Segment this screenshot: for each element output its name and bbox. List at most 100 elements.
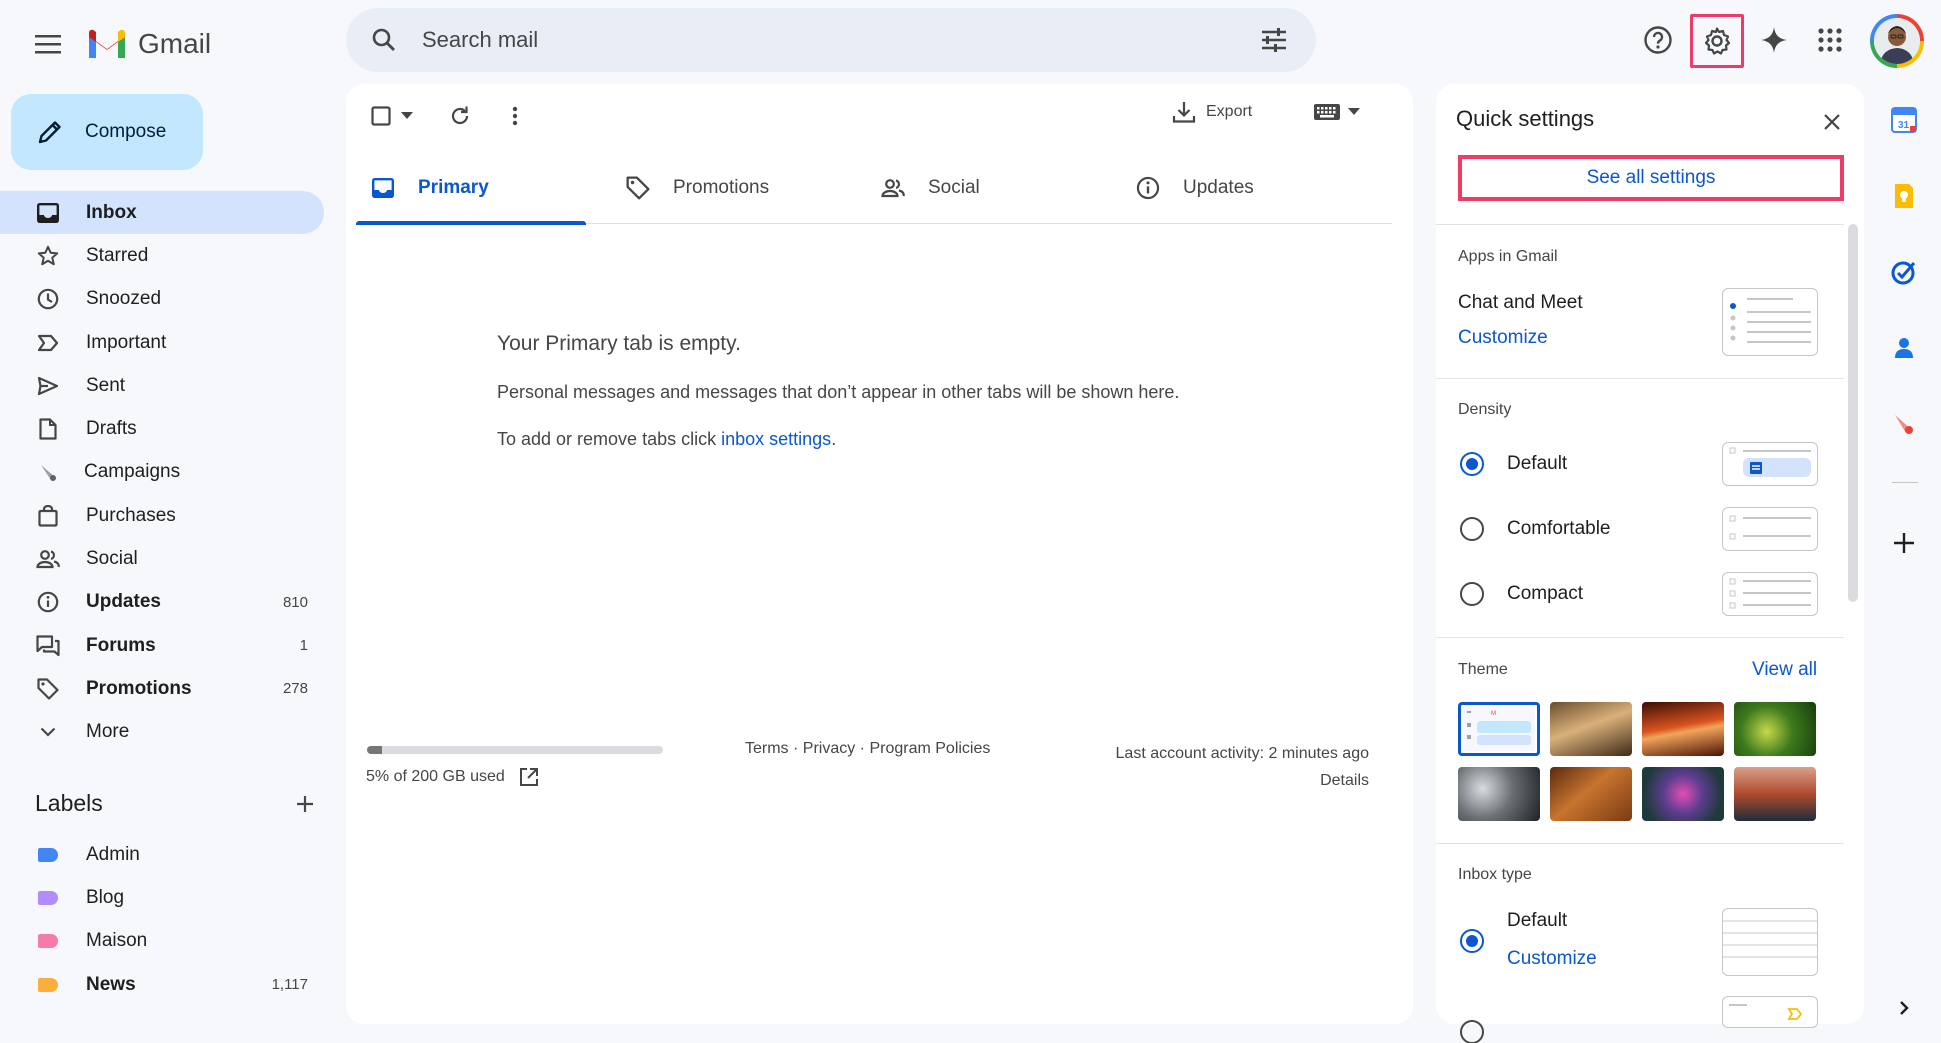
see-all-settings-button[interactable]: See all settings <box>1458 155 1844 201</box>
select-dropdown[interactable] <box>392 96 422 136</box>
density-compact-radio[interactable] <box>1460 582 1484 606</box>
export-button[interactable]: Export <box>1172 100 1252 124</box>
sidebar-nav: Inbox Starred Snoozed Important Sent Dra… <box>0 191 324 754</box>
label-item-maison[interactable]: Maison <box>0 920 324 963</box>
gmail-logo[interactable]: Gmail <box>86 20 211 68</box>
sidebar-item-social[interactable]: Social <box>0 537 324 580</box>
tasks-app-button[interactable] <box>1886 254 1922 290</box>
theme-sunset[interactable] <box>1734 767 1816 821</box>
sidebar-label: Updates <box>86 591 161 613</box>
star-icon <box>34 245 62 267</box>
label-tag-icon <box>38 847 58 862</box>
calendar-app-button[interactable]: 31 <box>1886 102 1922 138</box>
storage-meter <box>367 746 663 754</box>
contacts-app-button[interactable] <box>1886 330 1922 366</box>
pencil-icon <box>37 119 63 145</box>
sparkle-icon <box>1761 27 1787 53</box>
search-options-icon[interactable] <box>1260 27 1288 53</box>
sidebar-item-purchases[interactable]: Purchases <box>0 494 324 537</box>
sidebar-item-sent[interactable]: Sent <box>0 364 324 407</box>
more-options-button[interactable] <box>495 96 535 136</box>
hint-suffix: . <box>831 429 837 449</box>
hamburger-icon <box>35 35 61 54</box>
theme-tubes[interactable] <box>1458 767 1540 821</box>
theme-default[interactable]: M <box>1458 702 1540 756</box>
divider <box>1436 843 1844 844</box>
theme-chess[interactable] <box>1550 702 1632 756</box>
theme-leaf[interactable] <box>1734 702 1816 756</box>
sidebar-item-forums[interactable]: Forums 1 <box>0 624 324 667</box>
add-label-button[interactable] <box>295 794 315 814</box>
density-default-radio[interactable] <box>1460 452 1484 476</box>
scrollbar[interactable] <box>1848 224 1858 602</box>
inbox-customize-link[interactable]: Customize <box>1507 948 1597 970</box>
customize-apps-link[interactable]: Customize <box>1458 327 1548 349</box>
label-item-news[interactable]: News 1,117 <box>0 963 324 1006</box>
sidebar-item-more[interactable]: More <box>0 711 324 754</box>
divider <box>1436 224 1844 225</box>
hint-prefix: To add or remove tabs click <box>497 429 722 449</box>
export-label: Export <box>1206 103 1253 120</box>
chevron-right-icon <box>1900 1001 1909 1015</box>
campaigns-app-button[interactable] <box>1886 406 1922 442</box>
sidebar-item-campaigns[interactable]: Campaigns <box>0 451 324 494</box>
google-apps-button[interactable] <box>1806 16 1854 64</box>
tab-social[interactable]: Social <box>866 152 1121 224</box>
density-comfortable-radio[interactable] <box>1460 517 1484 541</box>
density-option: Default <box>1507 453 1568 474</box>
tab-updates[interactable]: Updates <box>1121 152 1376 224</box>
rail-divider <box>1892 482 1918 483</box>
open-external-icon[interactable] <box>519 767 539 787</box>
settings-button[interactable] <box>1693 17 1741 65</box>
tab-promotions[interactable]: Promotions <box>611 152 866 224</box>
search-icon[interactable] <box>368 24 400 56</box>
inbox-settings-link[interactable]: inbox settings <box>721 429 831 449</box>
apps-heading: Apps in Gmail <box>1458 248 1558 265</box>
plus-icon <box>297 795 313 812</box>
refresh-button[interactable] <box>440 96 480 136</box>
view-all-themes-link[interactable]: View all <box>1752 659 1817 681</box>
main-menu-button[interactable] <box>24 20 72 68</box>
label-name: Admin <box>86 843 140 865</box>
show-side-panel-button[interactable] <box>1886 990 1922 1026</box>
compose-label: Compose <box>85 121 167 142</box>
inbox-type-default-radio[interactable] <box>1460 929 1484 953</box>
gmail-m-icon <box>89 29 125 58</box>
get-addons-button[interactable] <box>1886 525 1922 561</box>
app-name: Gmail <box>138 28 212 59</box>
theme-canyon[interactable] <box>1642 702 1724 756</box>
sidebar-item-snoozed[interactable]: Snoozed <box>0 278 324 321</box>
sidebar-item-promotions[interactable]: Promotions 278 <box>0 667 324 710</box>
gemini-button[interactable] <box>1750 16 1798 64</box>
sidebar-label: Campaigns <box>84 461 181 483</box>
label-item-blog[interactable]: Blog <box>0 876 324 919</box>
more-vert-icon <box>512 106 518 126</box>
footer-links[interactable]: Terms · Privacy · Program Policies <box>745 740 990 758</box>
theme-lights[interactable] <box>1642 767 1724 821</box>
sidebar-item-updates[interactable]: Updates 810 <box>0 581 324 624</box>
sidebar-item-drafts[interactable]: Drafts <box>0 407 324 450</box>
sidebar-item-inbox[interactable]: Inbox <box>0 191 324 235</box>
contacts-icon <box>1895 338 1913 358</box>
unread-count: 1 <box>299 637 308 655</box>
category-tabs: Primary Promotions Social Updates <box>356 152 1392 225</box>
close-quick-settings-button[interactable] <box>1812 102 1852 142</box>
account-avatar[interactable] <box>1870 14 1924 68</box>
search-bar[interactable]: Search mail <box>346 8 1316 72</box>
input-tools-button[interactable] <box>1314 104 1360 120</box>
theme-autumn[interactable] <box>1550 767 1632 821</box>
search-input[interactable]: Search mail <box>422 27 1260 53</box>
sidebar-item-important[interactable]: Important <box>0 321 324 364</box>
inbox-type-heading: Inbox type <box>1458 866 1532 883</box>
compose-button[interactable]: Compose <box>11 94 203 170</box>
keep-app-button[interactable] <box>1886 178 1922 214</box>
people-icon <box>880 178 906 198</box>
details-link[interactable]: Details <box>1050 767 1369 794</box>
divider <box>1436 637 1844 638</box>
tab-label: Updates <box>1183 177 1254 198</box>
inbox-type-next-radio[interactable] <box>1460 1020 1484 1043</box>
support-button[interactable] <box>1634 16 1682 64</box>
tab-primary[interactable]: Primary <box>356 152 611 225</box>
label-item-admin[interactable]: Admin <box>0 833 324 876</box>
sidebar-item-starred[interactable]: Starred <box>0 234 324 277</box>
